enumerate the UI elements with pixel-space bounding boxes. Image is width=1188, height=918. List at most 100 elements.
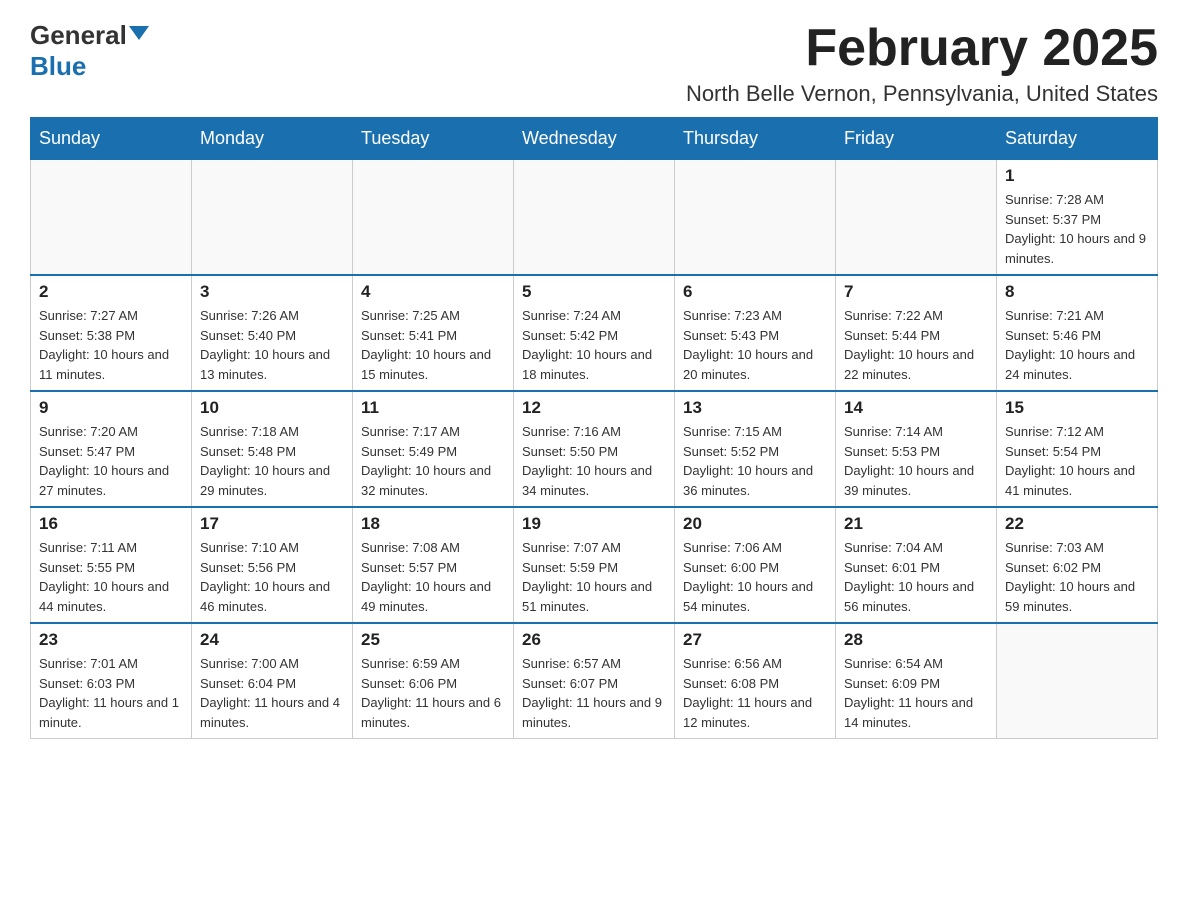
day-number: 9 bbox=[39, 398, 183, 418]
calendar-cell bbox=[192, 160, 353, 276]
calendar-cell: 18 Sunrise: 7:08 AMSunset: 5:57 PMDayligh… bbox=[353, 507, 514, 623]
day-info: Sunrise: 7:01 AMSunset: 6:03 PMDaylight:… bbox=[39, 654, 183, 732]
calendar-cell bbox=[514, 160, 675, 276]
calendar-cell: 11Sunrise: 7:17 AMSunset: 5:49 PMDayligh… bbox=[353, 391, 514, 507]
calendar-cell: 2 Sunrise: 7:27 AMSunset: 5:38 PMDaylight… bbox=[31, 275, 192, 391]
calendar-cell: 1 Sunrise: 7:28 AMSunset: 5:37 PMDaylight… bbox=[997, 160, 1158, 276]
day-number: 4 bbox=[361, 282, 505, 302]
calendar-cell: 16 Sunrise: 7:11 AMSunset: 5:55 PMDayligh… bbox=[31, 507, 192, 623]
calendar-cell: 4 Sunrise: 7:25 AMSunset: 5:41 PMDaylight… bbox=[353, 275, 514, 391]
day-number: 13 bbox=[683, 398, 827, 418]
calendar-week-row: 1 Sunrise: 7:28 AMSunset: 5:37 PMDaylight… bbox=[31, 160, 1158, 276]
calendar-header-row: SundayMondayTuesdayWednesdayThursdayFrid… bbox=[31, 118, 1158, 160]
day-number: 23 bbox=[39, 630, 183, 650]
calendar-cell: 21Sunrise: 7:04 AMSunset: 6:01 PMDayligh… bbox=[836, 507, 997, 623]
day-info: Sunrise: 7:25 AMSunset: 5:41 PMDaylight:… bbox=[361, 306, 505, 384]
logo-general-text: General bbox=[30, 20, 127, 51]
calendar-cell: 8Sunrise: 7:21 AMSunset: 5:46 PMDaylight… bbox=[997, 275, 1158, 391]
logo: General Blue bbox=[30, 20, 149, 82]
day-info: Sunrise: 7:04 AMSunset: 6:01 PMDaylight:… bbox=[844, 538, 988, 616]
calendar-cell: 10 Sunrise: 7:18 AMSunset: 5:48 PMDayligh… bbox=[192, 391, 353, 507]
day-info: Sunrise: 7:18 AMSunset: 5:48 PMDaylight:… bbox=[200, 422, 344, 500]
day-info: Sunrise: 7:07 AMSunset: 5:59 PMDaylight:… bbox=[522, 538, 666, 616]
calendar-cell: 6 Sunrise: 7:23 AMSunset: 5:43 PMDaylight… bbox=[675, 275, 836, 391]
day-info: Sunrise: 7:14 AMSunset: 5:53 PMDaylight:… bbox=[844, 422, 988, 500]
logo-blue-text: Blue bbox=[30, 51, 86, 82]
day-info: Sunrise: 7:28 AMSunset: 5:37 PMDaylight:… bbox=[1005, 190, 1149, 268]
calendar-week-row: 9 Sunrise: 7:20 AMSunset: 5:47 PMDaylight… bbox=[31, 391, 1158, 507]
day-info: Sunrise: 7:26 AMSunset: 5:40 PMDaylight:… bbox=[200, 306, 344, 384]
day-number: 17 bbox=[200, 514, 344, 534]
day-info: Sunrise: 6:57 AMSunset: 6:07 PMDaylight:… bbox=[522, 654, 666, 732]
location-title: North Belle Vernon, Pennsylvania, United… bbox=[686, 81, 1158, 107]
day-header-sunday: Sunday bbox=[31, 118, 192, 160]
day-info: Sunrise: 7:11 AMSunset: 5:55 PMDaylight:… bbox=[39, 538, 183, 616]
calendar-cell: 24 Sunrise: 7:00 AMSunset: 6:04 PMDayligh… bbox=[192, 623, 353, 739]
calendar-cell: 20Sunrise: 7:06 AMSunset: 6:00 PMDayligh… bbox=[675, 507, 836, 623]
day-info: Sunrise: 7:08 AMSunset: 5:57 PMDaylight:… bbox=[361, 538, 505, 616]
day-number: 25 bbox=[361, 630, 505, 650]
month-title: February 2025 bbox=[686, 20, 1158, 77]
day-info: Sunrise: 7:10 AMSunset: 5:56 PMDaylight:… bbox=[200, 538, 344, 616]
day-number: 28 bbox=[844, 630, 988, 650]
title-area: February 2025 North Belle Vernon, Pennsy… bbox=[686, 20, 1158, 107]
day-number: 2 bbox=[39, 282, 183, 302]
calendar-cell bbox=[31, 160, 192, 276]
calendar-cell bbox=[836, 160, 997, 276]
day-number: 6 bbox=[683, 282, 827, 302]
day-info: Sunrise: 7:15 AMSunset: 5:52 PMDaylight:… bbox=[683, 422, 827, 500]
calendar-cell: 26 Sunrise: 6:57 AMSunset: 6:07 PMDayligh… bbox=[514, 623, 675, 739]
calendar-cell: 27Sunrise: 6:56 AMSunset: 6:08 PMDayligh… bbox=[675, 623, 836, 739]
day-number: 18 bbox=[361, 514, 505, 534]
day-number: 12 bbox=[522, 398, 666, 418]
calendar-cell bbox=[353, 160, 514, 276]
day-number: 8 bbox=[1005, 282, 1149, 302]
calendar-cell bbox=[675, 160, 836, 276]
day-info: Sunrise: 7:22 AMSunset: 5:44 PMDaylight:… bbox=[844, 306, 988, 384]
day-info: Sunrise: 7:03 AMSunset: 6:02 PMDaylight:… bbox=[1005, 538, 1149, 616]
day-info: Sunrise: 7:00 AMSunset: 6:04 PMDaylight:… bbox=[200, 654, 344, 732]
day-info: Sunrise: 7:12 AMSunset: 5:54 PMDaylight:… bbox=[1005, 422, 1149, 500]
day-info: Sunrise: 7:24 AMSunset: 5:42 PMDaylight:… bbox=[522, 306, 666, 384]
logo-triangle-icon bbox=[129, 26, 149, 40]
calendar-week-row: 16 Sunrise: 7:11 AMSunset: 5:55 PMDayligh… bbox=[31, 507, 1158, 623]
day-info: Sunrise: 6:59 AMSunset: 6:06 PMDaylight:… bbox=[361, 654, 505, 732]
calendar-cell: 19Sunrise: 7:07 AMSunset: 5:59 PMDayligh… bbox=[514, 507, 675, 623]
day-info: Sunrise: 7:17 AMSunset: 5:49 PMDaylight:… bbox=[361, 422, 505, 500]
calendar-week-row: 2 Sunrise: 7:27 AMSunset: 5:38 PMDaylight… bbox=[31, 275, 1158, 391]
day-header-monday: Monday bbox=[192, 118, 353, 160]
day-header-wednesday: Wednesday bbox=[514, 118, 675, 160]
calendar-week-row: 23 Sunrise: 7:01 AMSunset: 6:03 PMDayligh… bbox=[31, 623, 1158, 739]
calendar-cell: 17 Sunrise: 7:10 AMSunset: 5:56 PMDayligh… bbox=[192, 507, 353, 623]
day-info: Sunrise: 7:27 AMSunset: 5:38 PMDaylight:… bbox=[39, 306, 183, 384]
calendar-cell: 7 Sunrise: 7:22 AMSunset: 5:44 PMDaylight… bbox=[836, 275, 997, 391]
day-number: 24 bbox=[200, 630, 344, 650]
header: General Blue February 2025 North Belle V… bbox=[30, 20, 1158, 107]
calendar-cell: 12Sunrise: 7:16 AMSunset: 5:50 PMDayligh… bbox=[514, 391, 675, 507]
calendar-cell: 15 Sunrise: 7:12 AMSunset: 5:54 PMDayligh… bbox=[997, 391, 1158, 507]
day-info: Sunrise: 6:54 AMSunset: 6:09 PMDaylight:… bbox=[844, 654, 988, 732]
day-number: 1 bbox=[1005, 166, 1149, 186]
calendar-cell: 3Sunrise: 7:26 AMSunset: 5:40 PMDaylight… bbox=[192, 275, 353, 391]
calendar-cell: 28 Sunrise: 6:54 AMSunset: 6:09 PMDayligh… bbox=[836, 623, 997, 739]
calendar-cell: 14 Sunrise: 7:14 AMSunset: 5:53 PMDayligh… bbox=[836, 391, 997, 507]
day-info: Sunrise: 7:20 AMSunset: 5:47 PMDaylight:… bbox=[39, 422, 183, 500]
calendar-cell: 9 Sunrise: 7:20 AMSunset: 5:47 PMDaylight… bbox=[31, 391, 192, 507]
day-number: 27 bbox=[683, 630, 827, 650]
day-header-saturday: Saturday bbox=[997, 118, 1158, 160]
day-number: 15 bbox=[1005, 398, 1149, 418]
day-number: 10 bbox=[200, 398, 344, 418]
day-number: 14 bbox=[844, 398, 988, 418]
calendar-cell: 13 Sunrise: 7:15 AMSunset: 5:52 PMDayligh… bbox=[675, 391, 836, 507]
calendar-cell: 22 Sunrise: 7:03 AMSunset: 6:02 PMDayligh… bbox=[997, 507, 1158, 623]
day-header-friday: Friday bbox=[836, 118, 997, 160]
calendar-cell: 25 Sunrise: 6:59 AMSunset: 6:06 PMDayligh… bbox=[353, 623, 514, 739]
day-number: 26 bbox=[522, 630, 666, 650]
calendar-cell bbox=[997, 623, 1158, 739]
day-number: 22 bbox=[1005, 514, 1149, 534]
day-info: Sunrise: 7:23 AMSunset: 5:43 PMDaylight:… bbox=[683, 306, 827, 384]
day-number: 5 bbox=[522, 282, 666, 302]
day-number: 7 bbox=[844, 282, 988, 302]
day-number: 20 bbox=[683, 514, 827, 534]
day-number: 16 bbox=[39, 514, 183, 534]
